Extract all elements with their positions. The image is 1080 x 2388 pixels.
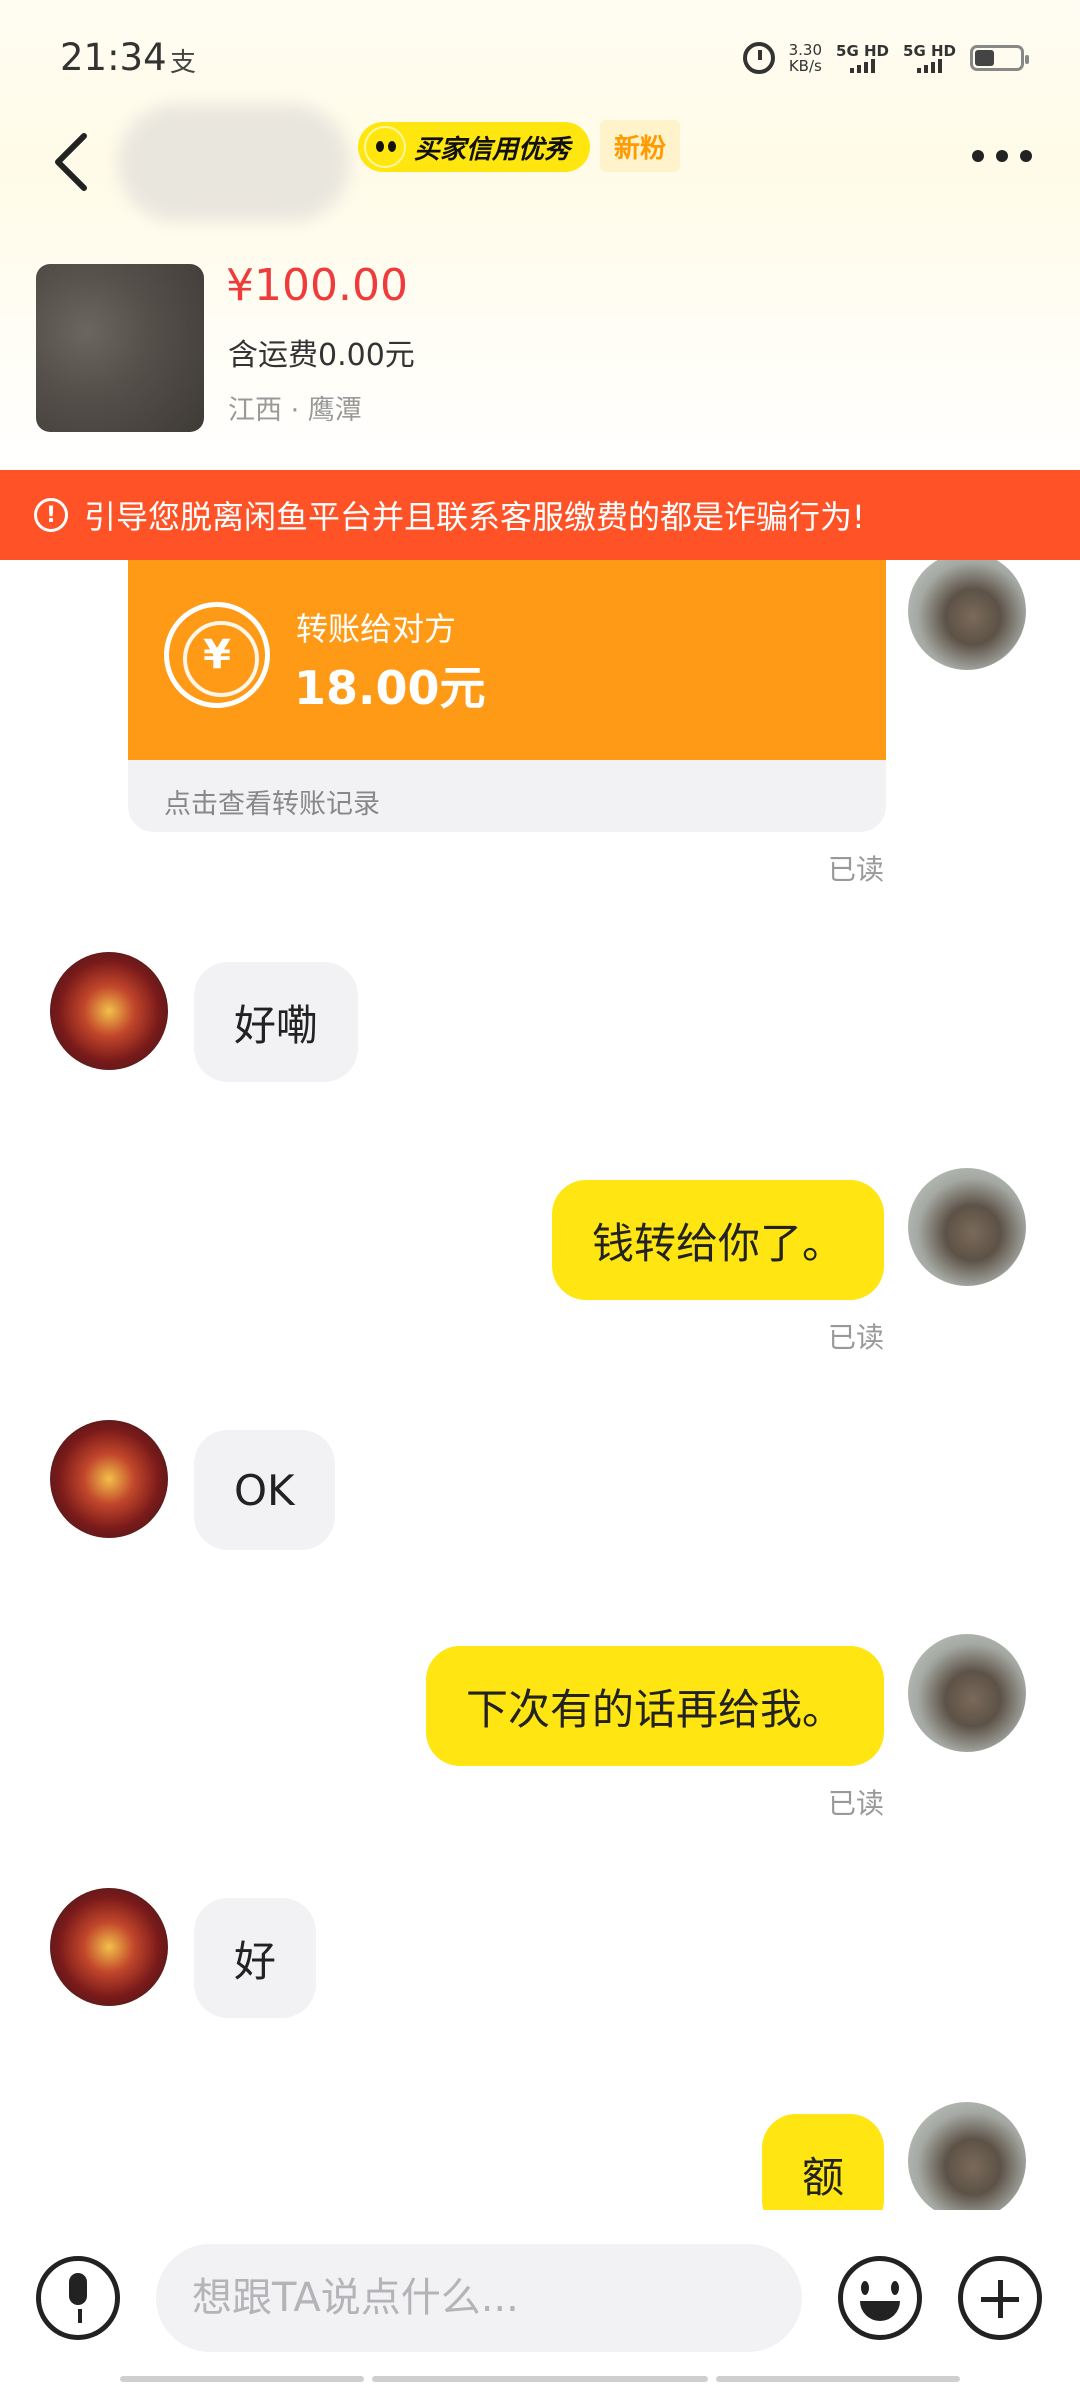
signal-1: 5G HD — [836, 43, 889, 73]
signal-2: 5G HD — [903, 43, 956, 73]
message-bubble-other[interactable]: 好 — [194, 1898, 317, 2018]
signal-bars-icon — [903, 59, 956, 73]
message-bubble-other[interactable]: 好嘞 — [194, 962, 359, 1082]
signal-2-label: 5G HD — [903, 42, 956, 60]
message-bubble-mine[interactable]: 额 — [761, 2114, 884, 2210]
signal-bars-icon — [836, 59, 889, 73]
transfer-record-link[interactable]: 点击查看转账记录 — [164, 782, 380, 821]
nav-gesture-bar — [372, 2376, 708, 2382]
transfer-label: 转账给对方 — [296, 610, 457, 648]
more-dot-icon — [972, 150, 984, 162]
my-avatar[interactable] — [908, 1634, 1026, 1752]
status-time: 21:34 — [60, 36, 167, 79]
battery-icon — [970, 45, 1029, 71]
my-avatar[interactable] — [908, 560, 1026, 670]
warning-icon: ! — [34, 498, 68, 532]
more-actions-button[interactable] — [958, 2256, 1042, 2340]
product-price: ¥100.00 — [226, 260, 408, 311]
status-indicators: 3.30 KB/s 5G HD 5G HD — [742, 38, 1029, 78]
signal-1-label: 5G HD — [836, 42, 890, 60]
credit-badge[interactable]: 买家信用优秀 — [358, 122, 591, 172]
alarm-icon — [742, 42, 775, 74]
product-shipping: 含运费0.00元 — [228, 338, 415, 373]
chat-header-area: 21:34 支 3.30 KB/s 5G HD 5G HD 买家信用优秀 新粉 … — [0, 0, 1080, 470]
my-avatar[interactable] — [908, 2102, 1026, 2210]
more-dot-icon — [1020, 150, 1032, 162]
read-status: 已读 — [827, 1787, 884, 1820]
credit-face-icon — [364, 126, 406, 168]
message-bubble-mine[interactable]: 下次有的话再给我。 — [425, 1646, 884, 1766]
emoji-button[interactable] — [838, 2256, 922, 2340]
back-button[interactable] — [48, 130, 98, 194]
user-name-blurred[interactable] — [118, 104, 350, 222]
read-status: 已读 — [827, 1321, 884, 1354]
more-options-button[interactable] — [972, 150, 1032, 162]
alipay-icon: 支 — [170, 48, 197, 78]
nav-bar: 买家信用优秀 新粉 — [0, 100, 1080, 222]
yuan-transfer-icon: ¥ — [164, 602, 270, 708]
net-speed-unit: KB/s — [788, 57, 822, 75]
net-speed: 3.30 KB/s — [789, 42, 822, 74]
other-avatar[interactable] — [50, 1888, 168, 2006]
product-thumbnail[interactable] — [36, 264, 204, 432]
transfer-card-header: ¥ 转账给对方 18.00元 — [128, 560, 886, 760]
my-avatar[interactable] — [908, 1168, 1026, 1286]
status-bar: 21:34 支 3.30 KB/s 5G HD 5G HD — [0, 0, 1080, 110]
message-input-bar — [0, 2210, 1080, 2388]
chevron-left-icon — [55, 133, 87, 191]
transfer-amount: 18.00元 — [294, 661, 486, 715]
message-bubble-mine[interactable]: 钱转给你了。 — [551, 1180, 884, 1300]
chat-message-list[interactable]: ¥ 转账给对方 18.00元 点击查看转账记录 已读 好嘞 钱转给你了。 已读 … — [0, 560, 1080, 2210]
credit-badge-label: 买家信用优秀 — [414, 134, 571, 165]
product-card[interactable]: ¥100.00 含运费0.00元 江西 · 鹰潭 — [0, 260, 1080, 440]
other-avatar[interactable] — [50, 952, 168, 1070]
nav-gesture-bar — [120, 2376, 364, 2382]
product-location: 江西 · 鹰潭 — [228, 395, 362, 426]
voice-input-button[interactable] — [36, 2256, 120, 2340]
warning-text: 引导您脱离闲鱼平台并且联系客服缴费的都是诈骗行为! — [84, 498, 865, 536]
message-bubble-other[interactable]: OK — [194, 1430, 335, 1550]
other-avatar[interactable] — [50, 1420, 168, 1538]
new-fan-tag: 新粉 — [600, 120, 681, 172]
more-dot-icon — [996, 150, 1008, 162]
transfer-card[interactable]: ¥ 转账给对方 18.00元 点击查看转账记录 — [128, 560, 886, 832]
nav-gesture-bar — [716, 2376, 960, 2382]
fraud-warning-banner: ! 引导您脱离闲鱼平台并且联系客服缴费的都是诈骗行为! — [0, 470, 1080, 560]
read-status: 已读 — [827, 853, 884, 886]
message-input[interactable] — [156, 2244, 802, 2352]
